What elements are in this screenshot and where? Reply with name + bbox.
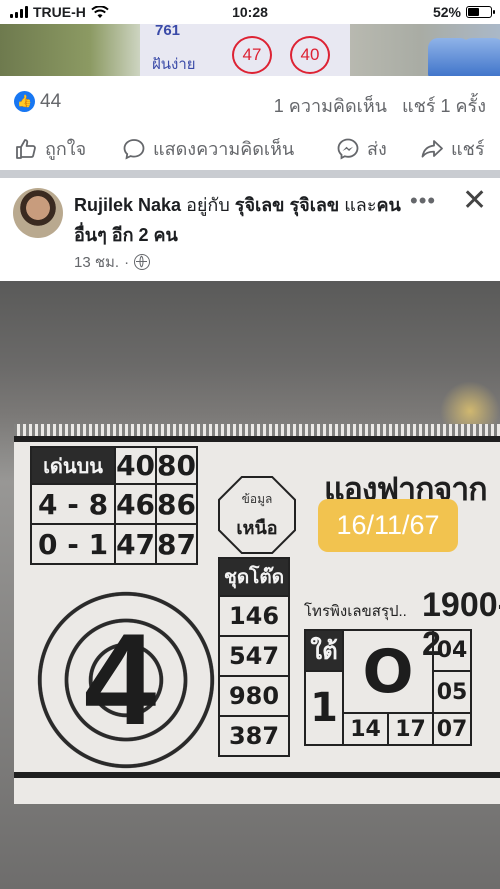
- public-globe-icon: [134, 254, 151, 270]
- south-number-table: ใต้ O 04 1 05 14 17 07: [304, 629, 472, 746]
- set-number-table: ชุดโต๊ด 146 547 980 387: [218, 557, 290, 757]
- with-word: อยู่กับ: [186, 195, 230, 215]
- date-badge: 16/11/67: [318, 499, 458, 552]
- table-cell: 4 - 8: [29, 483, 117, 525]
- engagement-counts[interactable]: 1 ความคิดเห็น แชร์ 1 ครั้ง: [274, 91, 486, 120]
- send-button[interactable]: ส่ง: [336, 134, 387, 163]
- south-bottom-cell: 17: [387, 712, 434, 746]
- like-count[interactable]: 44: [40, 91, 61, 113]
- table-cell: 40: [114, 446, 158, 485]
- printed-header-band: [14, 424, 500, 436]
- action-bar: ถูกใจ แสดงความคิดเห็น ส่ง แชร์: [0, 122, 500, 170]
- hotline-label: โทรพิงเลขสรุป..: [304, 603, 407, 620]
- bottom-rule: [14, 772, 500, 778]
- set-header: ชุดโต๊ด: [218, 557, 290, 597]
- south-digit: 1: [304, 670, 344, 746]
- more-options-icon[interactable]: •••: [410, 188, 436, 214]
- share-arrow-icon: [421, 139, 443, 157]
- clock: 10:28: [232, 4, 268, 20]
- and-word: และ: [344, 195, 377, 215]
- table-header: เด่นบน: [29, 446, 117, 485]
- like-reaction-icon[interactable]: 👍: [14, 91, 35, 112]
- feed-divider: [0, 170, 500, 178]
- south-big-digit: O: [342, 629, 434, 714]
- previous-post-image[interactable]: 761 ฝันง่าย 47 40: [0, 24, 500, 76]
- battery-percent: 52%: [432, 4, 461, 20]
- status-right: 52%: [432, 4, 495, 20]
- top-rule: [14, 436, 500, 442]
- south-header: ใต้: [304, 629, 344, 672]
- lottery-sheet: เด่นบน 40 80 4 - 8 46 86 0 - 1 47 87 ข้อ…: [14, 424, 500, 804]
- table-cell: 46: [114, 483, 158, 525]
- share-count[interactable]: แชร์ 1 ครั้ง: [402, 96, 486, 116]
- close-icon[interactable]: ✕: [462, 186, 487, 216]
- set-cell: 547: [218, 635, 290, 677]
- reactions-row: 👍 44 1 ความคิดเห็น แชร์ 1 ครั้ง: [0, 82, 500, 122]
- region-octagon: ข้อมูล เหนือ: [218, 476, 296, 554]
- post-header: Rujilek Naka อยู่กับ รุจิเลข รุจิเลข และ…: [74, 190, 404, 250]
- table-cell: 0 - 1: [29, 523, 117, 565]
- circled-number-right: 40: [290, 36, 330, 74]
- table-cell: 87: [155, 523, 198, 565]
- octagon-top-label: ข้อมูล: [241, 492, 273, 506]
- like-label: ถูกใจ: [45, 139, 87, 159]
- status-bar: TRUE-H 10:28 52%: [0, 0, 500, 24]
- south-right-cell: 04: [432, 629, 472, 672]
- author-avatar[interactable]: [13, 188, 63, 238]
- table-cell: 80: [155, 446, 198, 485]
- south-bottom-cell: 14: [342, 712, 389, 746]
- share-button[interactable]: แชร์: [420, 134, 485, 163]
- post-time[interactable]: 13 ชม.: [74, 250, 119, 274]
- note-text: ฝันง่าย: [152, 56, 196, 73]
- comment-label: แสดงความคิดเห็น: [153, 139, 295, 159]
- circled-number-left: 47: [232, 36, 272, 74]
- comment-bubble-icon: [123, 138, 145, 160]
- author-name[interactable]: Rujilek Naka: [74, 195, 181, 215]
- water-jug: [462, 38, 500, 76]
- main-number-table: เด่นบน 40 80 4 - 8 46 86 0 - 1 47 87: [29, 446, 198, 565]
- meta-separator: ·: [124, 253, 130, 271]
- note-number: 761: [155, 24, 181, 39]
- set-cell: 146: [218, 595, 290, 637]
- thumbs-up-icon: [16, 138, 36, 159]
- send-label: ส่ง: [367, 139, 387, 159]
- comment-count[interactable]: 1 ความคิดเห็น: [274, 96, 387, 116]
- set-cell: 387: [218, 715, 290, 757]
- post-meta: 13 ชม. ·: [74, 250, 151, 274]
- battery-icon: [466, 6, 495, 18]
- south-bottom-cell: 07: [432, 712, 472, 746]
- share-label: แชร์: [451, 139, 485, 159]
- octagon-bottom-label: เหนือ: [236, 518, 278, 538]
- south-right-cell: 05: [432, 670, 472, 714]
- messenger-icon: [337, 138, 359, 160]
- big-digit: 4: [84, 606, 157, 752]
- like-button[interactable]: ถูกใจ: [14, 134, 86, 163]
- table-cell: 47: [114, 523, 158, 565]
- comment-button[interactable]: แสดงความคิดเห็น: [122, 134, 294, 163]
- tagged-user[interactable]: รุจิเลข รุจิเลข: [235, 195, 339, 215]
- post-image[interactable]: เด่นบน 40 80 4 - 8 46 86 0 - 1 47 87 ข้อ…: [0, 281, 500, 889]
- table-cell: 86: [155, 483, 198, 525]
- set-cell: 980: [218, 675, 290, 717]
